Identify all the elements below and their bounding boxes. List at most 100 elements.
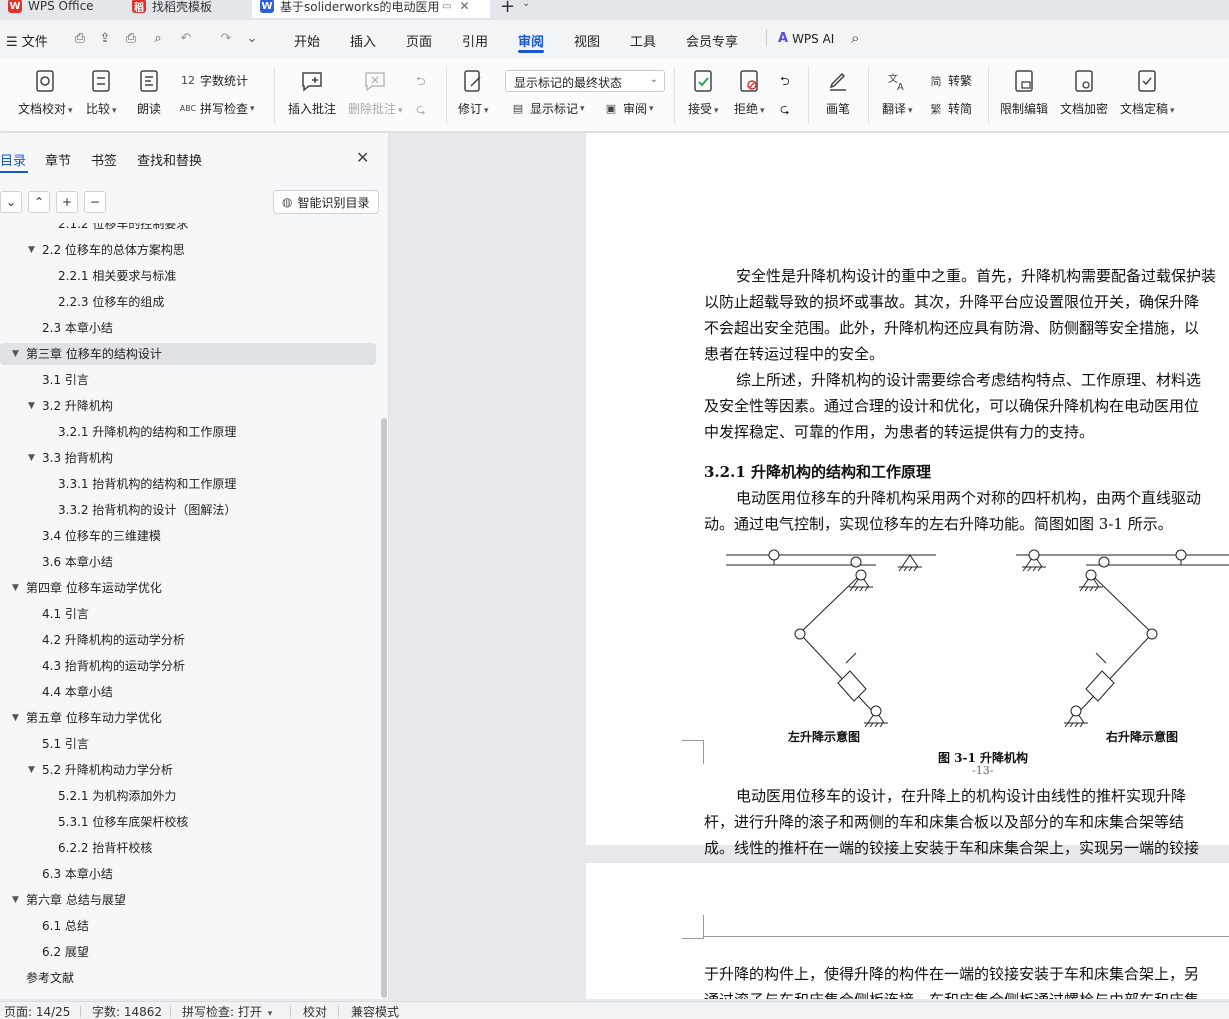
to-simplified-button[interactable]: 繁转简 — [928, 100, 973, 117]
encrypt-button[interactable]: 文档加密 — [1060, 68, 1108, 117]
remove-heading-button[interactable]: − — [84, 191, 106, 213]
toc-item[interactable]: 2.2.1 相关要求与标准 — [0, 265, 360, 287]
menu-tab-home[interactable]: 开始 — [294, 31, 320, 50]
tab-wps-office[interactable]: W WPS Office — [0, 0, 122, 18]
menu-tab-page[interactable]: 页面 — [406, 31, 432, 50]
nav-tab-sections[interactable]: 章节 — [45, 150, 71, 169]
toc-item[interactable]: 3.1 引言 — [0, 369, 360, 391]
prev-change-icon[interactable]: ⮌ — [780, 72, 790, 93]
print-preview-icon[interactable]: ⌕ — [150, 31, 166, 47]
nav-tab-find-replace[interactable]: 查找和替换 — [137, 150, 202, 169]
toc-item[interactable]: 6.2.2 抬背杆校核 — [0, 837, 360, 859]
screen-icon[interactable]: ▭ — [442, 1, 451, 12]
new-tab-icon[interactable]: + — [500, 0, 515, 17]
document-canvas[interactable]: 安全性是升降机构设计的重中之重。首先，升降机构需要配备过载保护装 以防止超载导致… — [390, 133, 1229, 999]
close-icon[interactable]: ✕ — [356, 148, 369, 167]
toc-item[interactable]: 6.3 本章小结 — [0, 863, 360, 885]
promote-button[interactable]: ⌃ — [28, 191, 50, 213]
nav-tab-toc[interactable]: 目录 — [0, 150, 26, 169]
collapse-button[interactable]: ⌄ — [0, 191, 22, 213]
nav-tab-bookmarks[interactable]: 书签 — [91, 150, 117, 169]
next-comment-icon[interactable]: ⮎ — [416, 100, 426, 121]
toc-item[interactable]: ▼ 第四章 位移车运动学优化 — [0, 577, 360, 599]
expand-arrow-icon[interactable]: ▼ — [12, 889, 19, 911]
restrict-edit-button[interactable]: 限制编辑 — [1000, 68, 1048, 117]
print-icon[interactable]: ⎙ — [123, 31, 139, 47]
menu-tab-tools[interactable]: 工具 — [630, 31, 656, 50]
toc-item[interactable]: 2.1.2 位移车的控制要求 — [0, 223, 360, 235]
toc-item[interactable]: 3.6 本章小结 — [0, 551, 360, 573]
markup-state-select[interactable]: 显示标记的最终状态 ⌄ — [505, 70, 665, 92]
undo-icon[interactable]: ↶ — [178, 31, 194, 47]
finalize-button[interactable]: 文档定稿 ▾ — [1120, 68, 1175, 117]
toc-item[interactable]: 3.3.1 抬背机构的结构和工作原理 — [0, 473, 360, 495]
chevron-down-icon[interactable]: ⌄ — [522, 0, 530, 9]
menu-tab-review[interactable]: 审阅 — [518, 31, 544, 50]
to-traditional-button[interactable]: 简转繁 — [928, 72, 973, 89]
toc-item[interactable]: 5.1 引言 — [0, 733, 360, 755]
toc-item[interactable]: ▼ 2.2 位移车的总体方案构思 — [0, 239, 360, 261]
toc-item[interactable]: 3.3.2 抬背机构的设计（图解法） — [0, 499, 360, 521]
show-markup-button[interactable]: ▤ 显示标记 ▾ — [510, 100, 585, 117]
tab-template[interactable]: 稻 找稻壳模板 — [124, 0, 246, 18]
toc-item[interactable]: ▼ 第六章 总结与展望 — [0, 889, 360, 911]
close-tab-icon[interactable]: ✕ — [459, 0, 469, 13]
toc-item[interactable]: 4.1 引言 — [0, 603, 360, 625]
menu-tab-insert[interactable]: 插入 — [350, 31, 376, 50]
toc-item[interactable]: 5.3.1 位移车底架杆校核 — [0, 811, 360, 833]
toc-item[interactable]: ▼ 3.3 抬背机构 — [0, 447, 360, 469]
toc-item[interactable]: 4.4 本章小结 — [0, 681, 360, 703]
expand-arrow-icon[interactable]: ▼ — [12, 707, 19, 729]
wps-ai-button[interactable]: A WPS AI — [778, 31, 834, 46]
accept-button[interactable]: 接受 ▾ — [688, 68, 719, 117]
expand-arrow-icon[interactable]: ▼ — [28, 239, 35, 261]
reject-button[interactable]: 拒绝 ▾ — [734, 68, 765, 117]
next-change-icon[interactable]: ⮎ — [780, 100, 790, 121]
file-menu[interactable]: ☰ 文件 — [6, 31, 48, 50]
toc-item[interactable]: 2.3 本章小结 — [0, 317, 360, 339]
more-icon[interactable]: ⌄ — [244, 31, 260, 47]
track-changes-button[interactable]: 修订 ▾ — [458, 68, 489, 117]
read-aloud-button[interactable]: 朗读 — [137, 68, 161, 117]
toc-item[interactable]: 3.4 位移车的三维建模 — [0, 525, 360, 547]
export-icon[interactable]: ⇪ — [97, 31, 113, 47]
compare-button[interactable]: 比较 ▾ — [86, 68, 117, 117]
expand-arrow-icon[interactable]: ▼ — [28, 447, 35, 469]
expand-arrow-icon[interactable]: ▼ — [28, 395, 35, 417]
toc-item[interactable]: 3.2.1 升降机构的结构和工作原理 — [0, 421, 360, 443]
toc-item[interactable]: 2.2.3 位移车的组成 — [0, 291, 360, 313]
toc-item[interactable]: 参考文献 — [0, 967, 360, 989]
prev-comment-icon[interactable]: ⮌ — [416, 72, 426, 93]
draw-button[interactable]: 画笔 — [826, 68, 850, 117]
expand-arrow-icon[interactable]: ▼ — [12, 577, 19, 599]
page-indicator[interactable]: 页面: 14/25 — [4, 1003, 70, 1019]
toc-item[interactable]: ▼ 第五章 位移车动力学优化 — [0, 707, 360, 729]
add-heading-button[interactable]: + — [56, 191, 78, 213]
toc-item[interactable]: ▼ 3.2 升降机构 — [0, 395, 360, 417]
smart-toc-button[interactable]: ◍ 智能识别目录 — [273, 190, 379, 214]
toc-item[interactable]: 4.2 升降机构的运动学分析 — [0, 629, 360, 651]
review-pane-button[interactable]: ▣ 审阅 ▾ — [603, 100, 654, 117]
document-page[interactable]: 安全性是升降机构设计的重中之重。首先，升降机构需要配备过载保护装 以防止超载导致… — [586, 133, 1229, 857]
document-page-next[interactable]: 于升降的构件上，使得升降的构件在一端的铰接安装于车和床集合架上，另 通过滚子与车… — [586, 863, 1229, 999]
search-icon[interactable]: ⌕ — [851, 29, 859, 47]
expand-arrow-icon[interactable]: ▼ — [12, 343, 19, 365]
insert-comment-button[interactable]: 插入批注 — [288, 68, 336, 117]
delete-comment-button[interactable]: 删除批注 ▾ — [348, 68, 403, 117]
nav-scrollbar[interactable] — [381, 418, 387, 998]
word-count-button[interactable]: 12 字数统计 — [180, 72, 248, 89]
menu-tab-reference[interactable]: 引用 — [462, 31, 488, 50]
menu-tab-view[interactable]: 视图 — [574, 31, 600, 50]
toc-item[interactable]: 6.2 展望 — [0, 941, 360, 963]
redo-icon[interactable]: ↷ — [218, 31, 234, 47]
toc-item[interactable]: 4.3 抬背机构的运动学分析 — [0, 655, 360, 677]
save-icon[interactable]: ⎙ — [72, 31, 88, 47]
spell-check-button[interactable]: ABC 拼写检查 ▾ — [180, 100, 255, 117]
word-count-status[interactable]: 字数: 14862 — [92, 1003, 162, 1019]
toc-item[interactable]: ▼ 5.2 升降机构动力学分析 — [0, 759, 360, 781]
toc-item[interactable]: ▼ 第三章 位移车的结构设计 — [0, 343, 376, 365]
translate-button[interactable]: 文A 翻译 ▾ — [882, 68, 913, 117]
toc-item[interactable]: 6.1 总结 — [0, 915, 360, 937]
proofread-status[interactable]: 校对 — [303, 1003, 327, 1019]
doc-check-button[interactable]: 文档校对 ▾ — [18, 68, 73, 117]
